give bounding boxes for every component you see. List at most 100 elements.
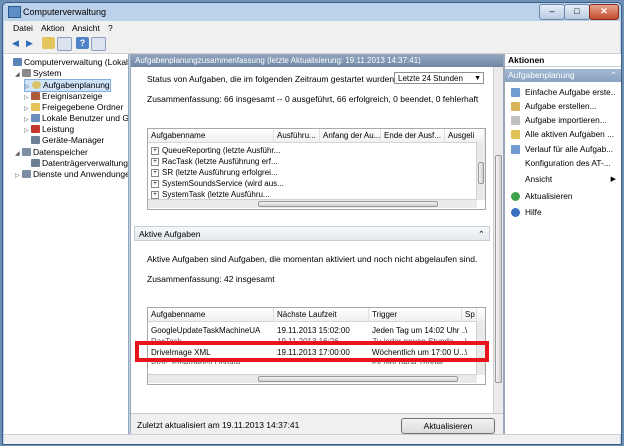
column-header[interactable]: Sp <box>462 308 477 321</box>
scrollbar-thumb[interactable] <box>495 155 502 383</box>
show-action-pane-icon[interactable] <box>91 37 106 51</box>
up-folder-icon[interactable] <box>42 37 55 49</box>
table-row[interactable]: + RacTask (letzte Ausführung erf... <box>148 156 468 167</box>
action-item[interactable]: Alle aktiven Aufgaben ... <box>505 129 621 140</box>
expand-plus-icon[interactable]: + <box>151 191 159 199</box>
column-header[interactable]: Aufgabenname <box>148 129 274 142</box>
table-horizontal-scrollbar[interactable] <box>148 199 477 208</box>
period-dropdown[interactable]: Letzte 24 Stunden ▼ <box>394 72 484 84</box>
clock-icon <box>32 81 41 90</box>
tree-item[interactable]: ▷ Leistung <box>24 124 74 135</box>
refresh-button[interactable]: Aktualisieren <box>401 418 495 434</box>
show-running-icon <box>511 130 520 139</box>
summary-header: Aufgabenplanungzusammenfassung (letzte A… <box>131 55 503 67</box>
actions-pane: Aktionen Aufgabenplanung ⌃ Einfache Aufg… <box>504 54 621 434</box>
help-icon[interactable]: ? <box>76 37 89 49</box>
import-task-icon <box>511 116 520 125</box>
action-item[interactable]: Verlauf für alle Aufgab... <box>505 144 621 155</box>
device-manager-icon <box>31 136 40 145</box>
task-name: SR (letzte Ausführung erfolgrei... <box>162 168 278 177</box>
tree-item[interactable]: Geräte-Manager <box>24 135 104 146</box>
action-item[interactable]: Einfache Aufgabe erste... <box>505 87 621 98</box>
action-item[interactable]: Aufgabe importieren... <box>505 115 621 126</box>
column-header[interactable]: Ende der Ausf... <box>381 129 445 142</box>
tree-item-label: Lokale Benutzer und Gr <box>42 113 129 123</box>
active-tasks-header[interactable]: Aktive Aufgaben ⌃ <box>134 226 490 241</box>
summary-pane: Aufgabenplanungzusammenfassung (letzte A… <box>130 54 504 436</box>
maximize-button[interactable]: □ <box>564 4 590 20</box>
action-item[interactable]: Aktualisieren <box>505 191 621 202</box>
expand-plus-icon[interactable]: + <box>151 158 159 166</box>
table-row[interactable]: + SystemSoundsService (wird aus... <box>148 178 468 189</box>
menu-bar: Datei Aktion Ansicht? <box>4 21 620 35</box>
table-header: Aufgabenname Ausführu... Anfang der Au... E… <box>148 129 485 143</box>
tree-item[interactable]: ▷ Freigegebene Ordner <box>24 102 123 113</box>
close-button[interactable]: ✕ <box>589 4 619 20</box>
menu-item-aktion[interactable]: Aktion <box>41 23 65 33</box>
chevron-down-icon: ▼ <box>474 75 481 82</box>
action-item-label: Aufgabe importieren... <box>525 115 607 125</box>
tree-item[interactable]: ▷ Lokale Benutzer und Gr <box>24 113 129 124</box>
column-header[interactable]: Aufgabenname <box>148 308 274 321</box>
users-icon <box>31 114 40 122</box>
tree-item-label: Aufgabenplanung <box>43 80 110 91</box>
action-item[interactable]: Hilfe <box>505 207 621 218</box>
action-item[interactable]: Aufgabe erstellen... <box>505 101 621 112</box>
menu-item-datei[interactable]: Datei <box>13 23 33 33</box>
toolbar: ◀ ▶ ? <box>4 35 620 54</box>
app-window: Computerverwaltung – □ ✕ Datei Aktion Ansi… <box>2 2 622 445</box>
tree-item[interactable]: Computerverwaltung (Lokal) <box>6 57 129 68</box>
table-header: Aufgabenname Nächste Laufzeit Trigger Sp <box>148 308 485 322</box>
action-item[interactable]: Ansicht ▶ <box>505 174 621 185</box>
scrollbar-thumb[interactable] <box>478 162 484 184</box>
minimize-button[interactable]: – <box>539 4 565 20</box>
table-row[interactable]: + SR (letzte Ausführung erfolgrei... <box>148 167 468 178</box>
expand-toggle-icon[interactable]: ◢ <box>15 70 22 81</box>
column-header[interactable]: Ausführu... <box>274 129 320 142</box>
collapse-chevron-icon[interactable]: ⌃ <box>478 227 485 242</box>
help-icon <box>511 208 520 217</box>
expand-plus-icon[interactable]: + <box>151 180 159 188</box>
expand-toggle-icon[interactable]: ▷ <box>15 171 22 182</box>
collapse-chevron-icon[interactable]: ⌃ <box>610 69 617 82</box>
table-row[interactable]: + QueueReporting (letzte Ausführ... <box>148 145 468 156</box>
table-vertical-scrollbar[interactable] <box>476 142 485 200</box>
show-hide-tree-icon[interactable] <box>57 37 72 51</box>
summary-footer: Zuletzt aktualisiert am 19.11.2013 14:37… <box>131 413 503 436</box>
column-header[interactable]: Nächste Laufzeit <box>274 308 369 321</box>
tree-item[interactable]: ▷ Dienste und Anwendungen <box>15 169 129 182</box>
tree-item[interactable]: ◢ System <box>15 68 61 79</box>
expand-plus-icon[interactable]: + <box>151 147 159 155</box>
column-header[interactable]: Trigger <box>369 308 462 321</box>
tree-item-label: Computerverwaltung (Lokal) <box>24 57 129 67</box>
summary-scrollbar[interactable] <box>493 67 503 413</box>
tree-item-label: Freigegebene Ordner <box>42 101 124 112</box>
menu-item-help[interactable]: ? <box>108 23 113 33</box>
highlight-box <box>135 341 489 362</box>
column-header[interactable]: Anfang der Au... <box>320 129 381 142</box>
actions-section-header[interactable]: Aufgabenplanung ⌃ <box>505 69 621 82</box>
tree-item-label: Dienste und Anwendungen <box>33 169 129 179</box>
forward-arrow-icon[interactable]: ▶ <box>23 37 36 49</box>
navigation-tree: Computerverwaltung (Lokal) ◢ System ▷ Aufgab… <box>4 54 129 434</box>
tree-item[interactable]: Datenträgerverwaltung <box>24 158 128 169</box>
active-tasks-summary: Zusammenfassung: 42 insgesamt <box>147 274 275 284</box>
tree-item-label: System <box>33 68 62 79</box>
action-item-label: Verlauf für alle Aufgab... <box>525 144 614 154</box>
action-item[interactable]: Konfiguration des AT-... <box>505 158 621 169</box>
expand-toggle-icon[interactable]: ◢ <box>15 149 22 160</box>
scrollbar-thumb[interactable] <box>258 201 438 207</box>
tree-item[interactable]: ▷ Ereignisanzeige <box>24 91 102 102</box>
expand-plus-icon[interactable]: + <box>151 169 159 177</box>
table-horizontal-scrollbar[interactable] <box>148 374 477 383</box>
app-icon <box>8 6 21 18</box>
table-row[interactable]: GoogleUpdateTaskMachineUA 19.11.2013 15:0… <box>148 325 476 336</box>
column-header[interactable]: Ausgeli <box>445 129 485 142</box>
scrollbar-thumb[interactable] <box>258 376 458 382</box>
history-icon <box>511 145 520 154</box>
chevron-right-icon: ▶ <box>610 176 616 183</box>
tree-item[interactable]: ◢ Datenspeicher <box>15 147 88 158</box>
title-bar[interactable]: Computerverwaltung – □ ✕ <box>3 3 621 21</box>
back-arrow-icon[interactable]: ◀ <box>9 37 22 49</box>
menu-item-ansicht[interactable]: Ansicht <box>72 23 100 33</box>
